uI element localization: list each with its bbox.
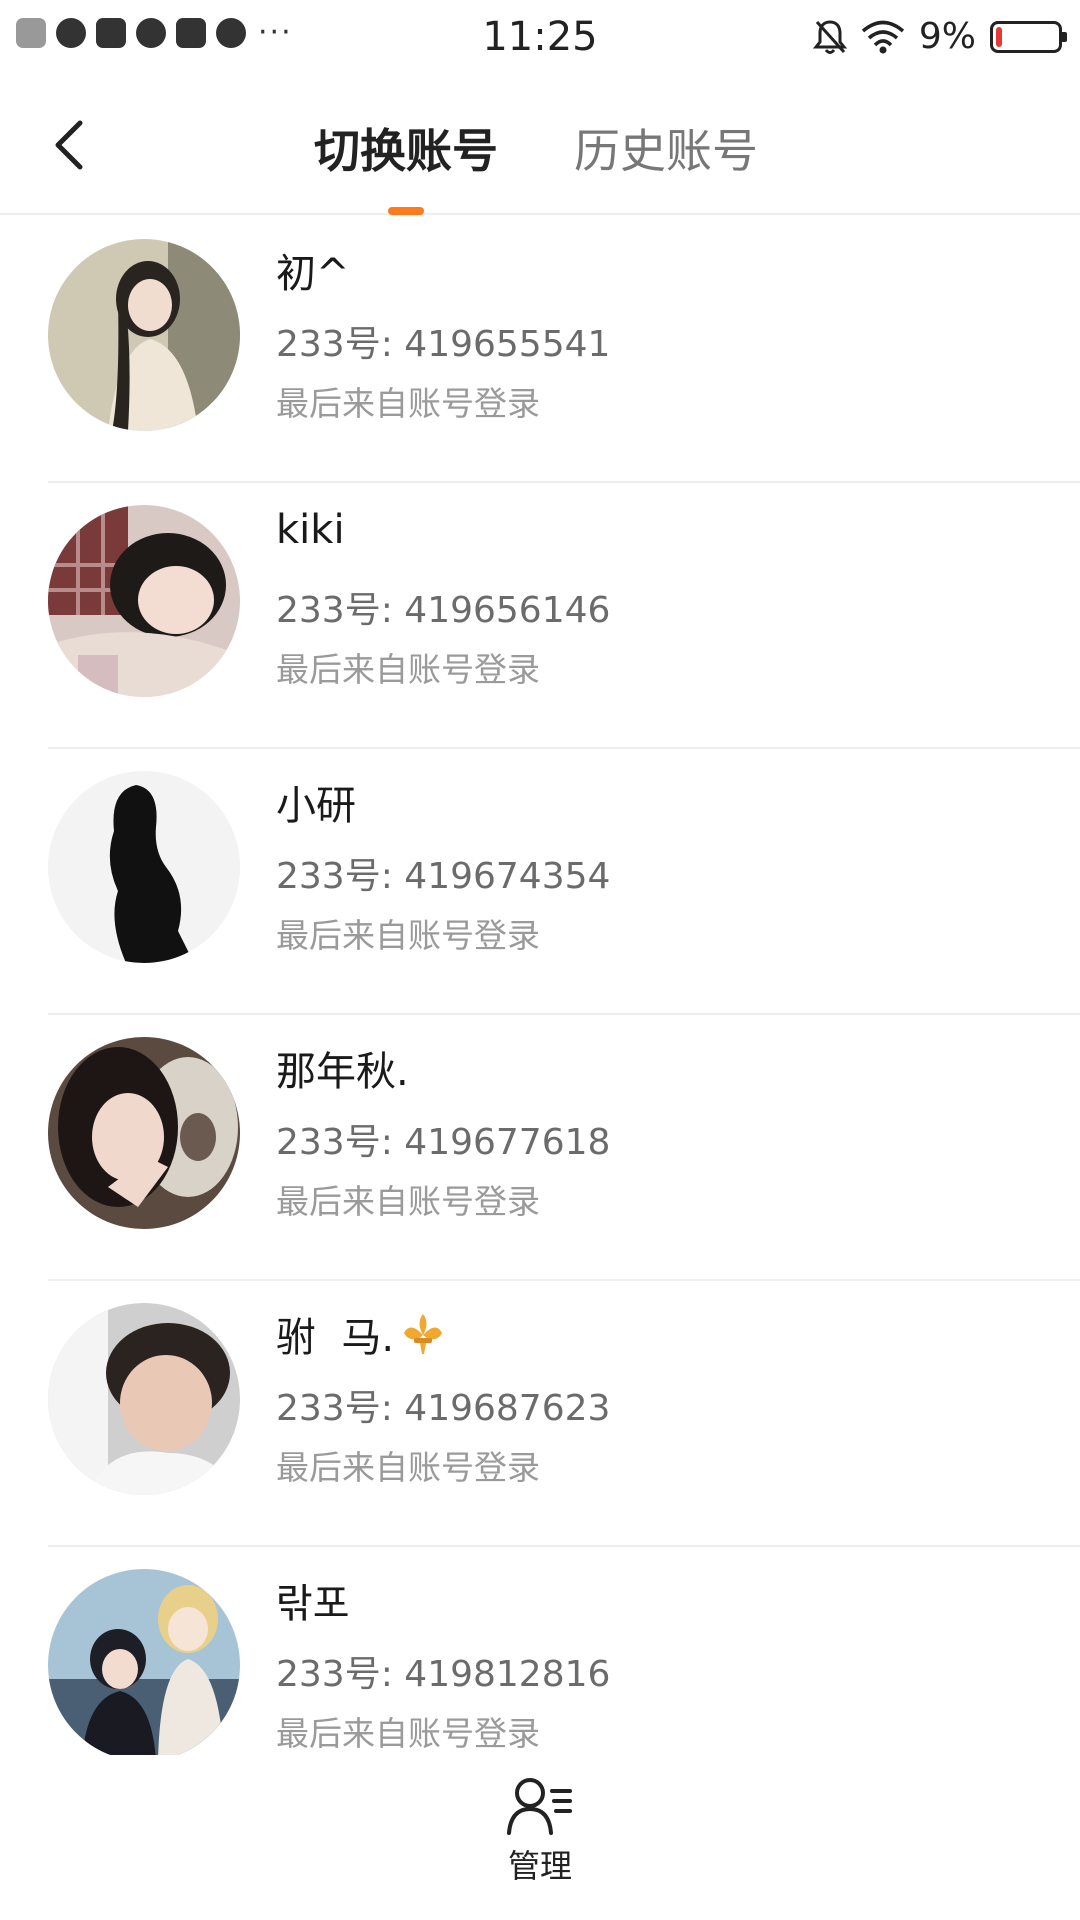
- account-name: 小研: [276, 783, 356, 829]
- avatar: [48, 1303, 240, 1495]
- avatar: [48, 1037, 240, 1229]
- account-id: 233号: 419674354: [276, 856, 611, 897]
- account-name-text: 驸 马.: [276, 1315, 395, 1361]
- account-item[interactable]: 小研 233号: 419674354 最后来自账号登录: [0, 749, 1080, 1015]
- active-tab-indicator: [388, 207, 424, 215]
- tab-switch-account[interactable]: 切换账号: [300, 80, 512, 215]
- account-id: 233号: 419687623: [276, 1388, 611, 1429]
- account-list: 初^ 233号: 419655541 最后来自账号登录 kiki 233号: 4…: [0, 217, 1080, 1813]
- last-login-source: 最后来自账号登录: [276, 384, 540, 423]
- wifi-icon: [861, 20, 905, 53]
- manage-button[interactable]: 管理: [490, 1775, 590, 1905]
- account-id: 233号: 419656146: [276, 590, 611, 631]
- manage-label: 管理: [507, 1847, 572, 1885]
- bottom-bar: 管理: [0, 1755, 1080, 1920]
- avatar: [48, 239, 240, 431]
- chevron-left-icon: [55, 120, 83, 170]
- user-list-icon: [507, 1778, 572, 1835]
- status-bar: ··· 11:25 9%: [0, 0, 1080, 80]
- last-login-source: 最后来自账号登录: [276, 1448, 540, 1487]
- account-name: 驸 马.: [276, 1305, 446, 1363]
- account-id: 233号: 419655541: [276, 324, 611, 365]
- fleur-de-lis-icon: [404, 1314, 443, 1354]
- tab-history-account[interactable]: 历史账号: [560, 80, 772, 215]
- account-name: 初^: [276, 251, 350, 297]
- account-id: 233号: 419812816: [276, 1654, 611, 1695]
- account-item[interactable]: kiki 233号: 419656146 最后来自账号登录: [0, 483, 1080, 749]
- account-name: kiki: [276, 507, 345, 553]
- bell-muted-icon: [812, 19, 847, 54]
- system-icons: 9%: [812, 16, 1067, 57]
- account-name: 那年秋.: [276, 1049, 409, 1095]
- account-id: 233号: 419677618: [276, 1122, 611, 1163]
- last-login-source: 最后来自账号登录: [276, 916, 540, 955]
- tab-label: 历史账号: [574, 123, 758, 178]
- battery-percent: 9%: [918, 16, 976, 57]
- tab-label: 切换账号: [314, 123, 498, 178]
- battery-icon: [990, 20, 1067, 53]
- last-login-source: 最后来自账号登录: [276, 650, 540, 689]
- account-name: 띾포: [276, 1581, 350, 1627]
- account-item[interactable]: 初^ 233号: 419655541 最后来自账号登录: [0, 217, 1080, 483]
- avatar: [48, 1569, 240, 1761]
- avatar: [48, 505, 240, 697]
- account-item[interactable]: 那年秋. 233号: 419677618 最后来自账号登录: [0, 1015, 1080, 1281]
- header: 切换账号 历史账号: [0, 80, 1080, 215]
- last-login-source: 最后来自账号登录: [276, 1714, 540, 1753]
- account-tabs: 切换账号 历史账号: [300, 80, 772, 215]
- last-login-source: 最后来自账号登录: [276, 1182, 540, 1221]
- back-button[interactable]: [30, 100, 110, 190]
- battery-level-fill: [996, 26, 1002, 47]
- account-item[interactable]: 驸 马. 233号: 419687623 最后来自账号登录: [0, 1281, 1080, 1547]
- avatar: [48, 771, 240, 963]
